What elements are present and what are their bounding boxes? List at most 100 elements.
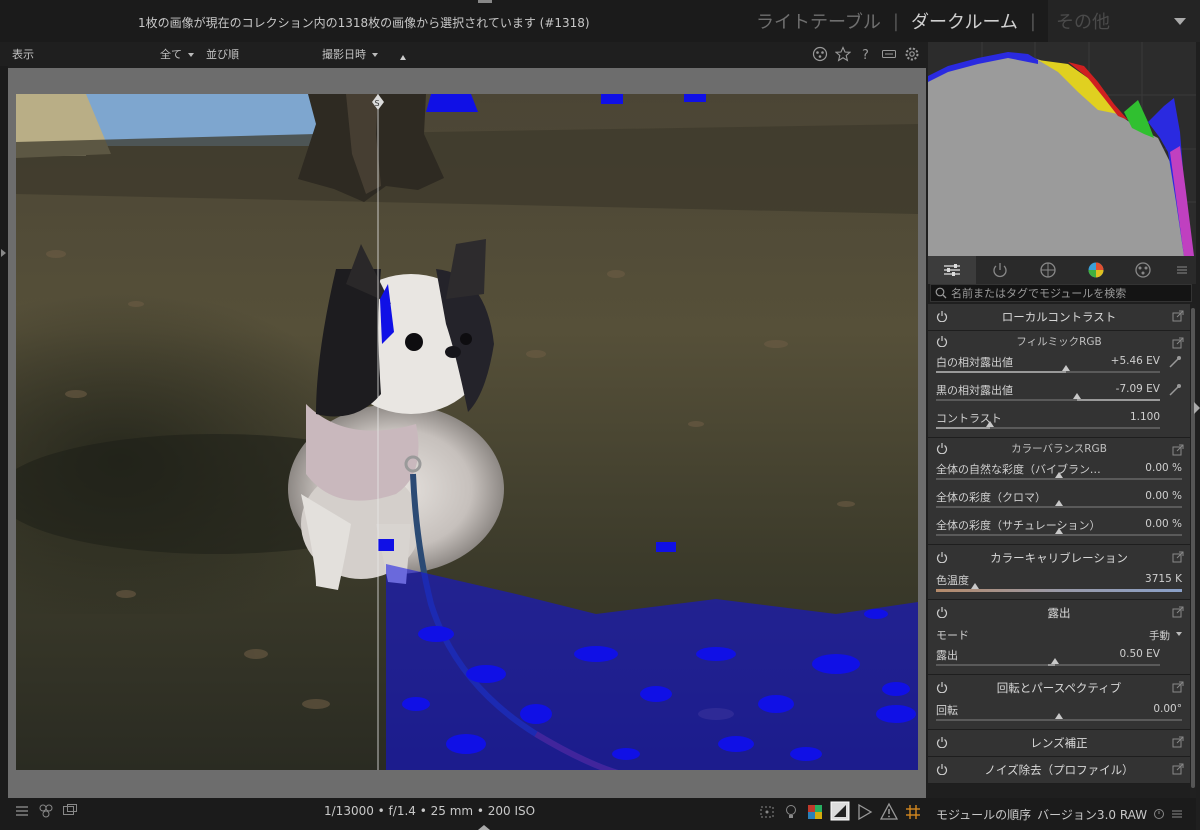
gamut-check-icon[interactable] <box>880 802 898 822</box>
split-marker[interactable]: S <box>375 99 380 108</box>
module-header[interactable]: フィルミックRGB <box>928 331 1190 353</box>
mode-dropdown[interactable]: モード 手動 <box>928 626 1190 646</box>
module-filmic-rgb: フィルミックRGB 白の相対露出値 +5.46 EV 黒の相対露出値 -7.09… <box>928 331 1190 438</box>
photo-preview[interactable]: S <box>16 94 918 770</box>
focus-peaking-icon[interactable] <box>758 802 776 822</box>
module-search-input[interactable]: 名前またはタグでモジュールを検索 <box>930 284 1192 302</box>
slider-thumb[interactable] <box>985 421 994 427</box>
color-picker-icon[interactable] <box>1168 355 1182 369</box>
shortcuts-button[interactable] <box>881 46 897 62</box>
right-panel-toggle[interactable] <box>1194 402 1200 414</box>
bottom-panel-toggle[interactable] <box>478 825 490 830</box>
view-lighttable[interactable]: ライトテーブル <box>752 8 885 34</box>
slider-track[interactable] <box>936 528 1182 536</box>
slider-track[interactable] <box>936 713 1182 721</box>
color-picker-icon[interactable] <box>1168 383 1182 397</box>
slider-thumb[interactable] <box>1055 472 1063 478</box>
tab-color[interactable] <box>1072 256 1120 284</box>
param-value: -7.09 EV <box>1115 383 1160 395</box>
param-label: 全体の彩度（クロマ） <box>936 491 1046 504</box>
slider-fill <box>936 427 990 429</box>
styles-icon[interactable] <box>38 802 54 820</box>
exposure-slider[interactable]: 露出 0.50 EV <box>928 646 1190 674</box>
module-header[interactable]: カラーバランスRGB <box>928 438 1190 460</box>
second-window-icon[interactable] <box>62 802 78 820</box>
view-separator: | <box>892 10 899 32</box>
module-header[interactable]: レンズ補正 <box>928 730 1190 756</box>
slider-track[interactable] <box>936 472 1182 480</box>
left-panel-toggle[interactable] <box>1 249 6 257</box>
help-icon: ? <box>862 48 869 62</box>
bottom-left-icons <box>14 802 78 820</box>
tab-effects[interactable] <box>1119 256 1167 284</box>
softproof-icon[interactable] <box>856 802 874 822</box>
filter-all-dropdown[interactable]: 全て <box>160 46 194 62</box>
module-header[interactable]: ノイズ除去（プロファイル） <box>928 757 1190 783</box>
module-header[interactable]: 露出 <box>928 600 1190 626</box>
clipping-indicator-icon[interactable] <box>830 801 850 823</box>
view-other-dropdown[interactable]: その他 <box>1048 0 1200 42</box>
slider-thumb[interactable] <box>1055 500 1063 506</box>
rotation-slider[interactable]: 回転 0.00° <box>928 701 1190 729</box>
top-panel-toggle[interactable] <box>478 0 492 3</box>
module-list-scrollbar[interactable] <box>1190 304 1196 798</box>
slider-track[interactable] <box>936 500 1182 508</box>
slider-thumb[interactable] <box>1055 528 1063 534</box>
scrollbar-thumb[interactable] <box>1191 308 1195 788</box>
slider-thumb[interactable] <box>1050 658 1059 664</box>
vibrance-slider[interactable]: 全体の自然な彩度（バイブランス） 0.00 % <box>928 460 1190 488</box>
sort-dropdown[interactable]: 撮影日時 <box>322 46 378 62</box>
histogram[interactable] <box>928 42 1196 256</box>
module-header[interactable]: ローカルコントラスト <box>928 304 1190 330</box>
module-header[interactable]: カラーキャリブレーション <box>928 545 1190 571</box>
module-order-footer[interactable]: モジュールの順序 バージョン3.0 RAW <box>928 798 1196 830</box>
slider-track[interactable] <box>936 393 1160 401</box>
saturation-slider[interactable]: 全体の彩度（サチュレーション） 0.00 % <box>928 516 1190 544</box>
presets-icon[interactable] <box>1172 310 1184 322</box>
tab-active-modules[interactable] <box>928 256 976 284</box>
sort-value: 撮影日時 <box>322 48 366 61</box>
menu-icon[interactable] <box>1171 808 1183 820</box>
presets-icon[interactable] <box>1172 337 1184 349</box>
slider-track[interactable] <box>936 658 1160 666</box>
tab-base[interactable] <box>1024 256 1072 284</box>
tab-all-active[interactable] <box>976 256 1024 284</box>
preferences-button[interactable] <box>904 46 920 62</box>
slider-thumb[interactable] <box>971 583 980 589</box>
slider-thumb[interactable] <box>1055 713 1063 719</box>
white-exposure-slider[interactable]: 白の相対露出値 +5.46 EV <box>928 353 1190 381</box>
reset-icon[interactable] <box>1153 808 1165 820</box>
presets-icon[interactable] <box>1172 736 1184 748</box>
slider-track[interactable] <box>936 421 1160 429</box>
menu-icon[interactable] <box>14 802 30 820</box>
module-header[interactable]: 回転とパースペクティブ <box>928 675 1190 701</box>
param-label: 色温度 <box>936 574 969 587</box>
module-groups-menu[interactable] <box>1167 256 1196 284</box>
slider-track[interactable] <box>936 365 1160 373</box>
presets-icon[interactable] <box>1172 444 1184 456</box>
param-value: +5.46 EV <box>1110 355 1160 367</box>
bottom-right-icons <box>758 801 922 823</box>
color-labels-button[interactable] <box>812 46 828 62</box>
right-panel: 名前またはタグでモジュールを検索 ローカルコントラスト フィルミックRGB 白の… <box>928 42 1200 830</box>
slider-thumb[interactable] <box>1073 393 1082 399</box>
presets-icon[interactable] <box>1172 681 1184 693</box>
color-assessment-icon[interactable] <box>806 802 824 822</box>
contrast-slider[interactable]: コントラスト 1.100 <box>928 409 1190 437</box>
black-exposure-slider[interactable]: 黒の相対露出値 -7.09 EV <box>928 381 1190 409</box>
presets-icon[interactable] <box>1172 606 1184 618</box>
star-rating-button[interactable] <box>835 46 851 62</box>
slider-thumb[interactable] <box>1061 365 1070 371</box>
guides-icon[interactable] <box>904 802 922 822</box>
presets-icon[interactable] <box>1172 763 1184 775</box>
help-button[interactable]: ? <box>858 46 874 62</box>
lightbulb-icon[interactable] <box>782 802 800 822</box>
search-icon <box>935 287 947 299</box>
temperature-slider[interactable]: 色温度 3715 K <box>928 571 1190 599</box>
slider-fill <box>936 371 1066 373</box>
presets-icon[interactable] <box>1172 551 1184 563</box>
slider-track[interactable] <box>936 583 1182 592</box>
chroma-slider[interactable]: 全体の彩度（クロマ） 0.00 % <box>928 488 1190 516</box>
view-darkroom[interactable]: ダークルーム <box>907 8 1022 34</box>
sort-direction-button[interactable] <box>400 50 406 63</box>
